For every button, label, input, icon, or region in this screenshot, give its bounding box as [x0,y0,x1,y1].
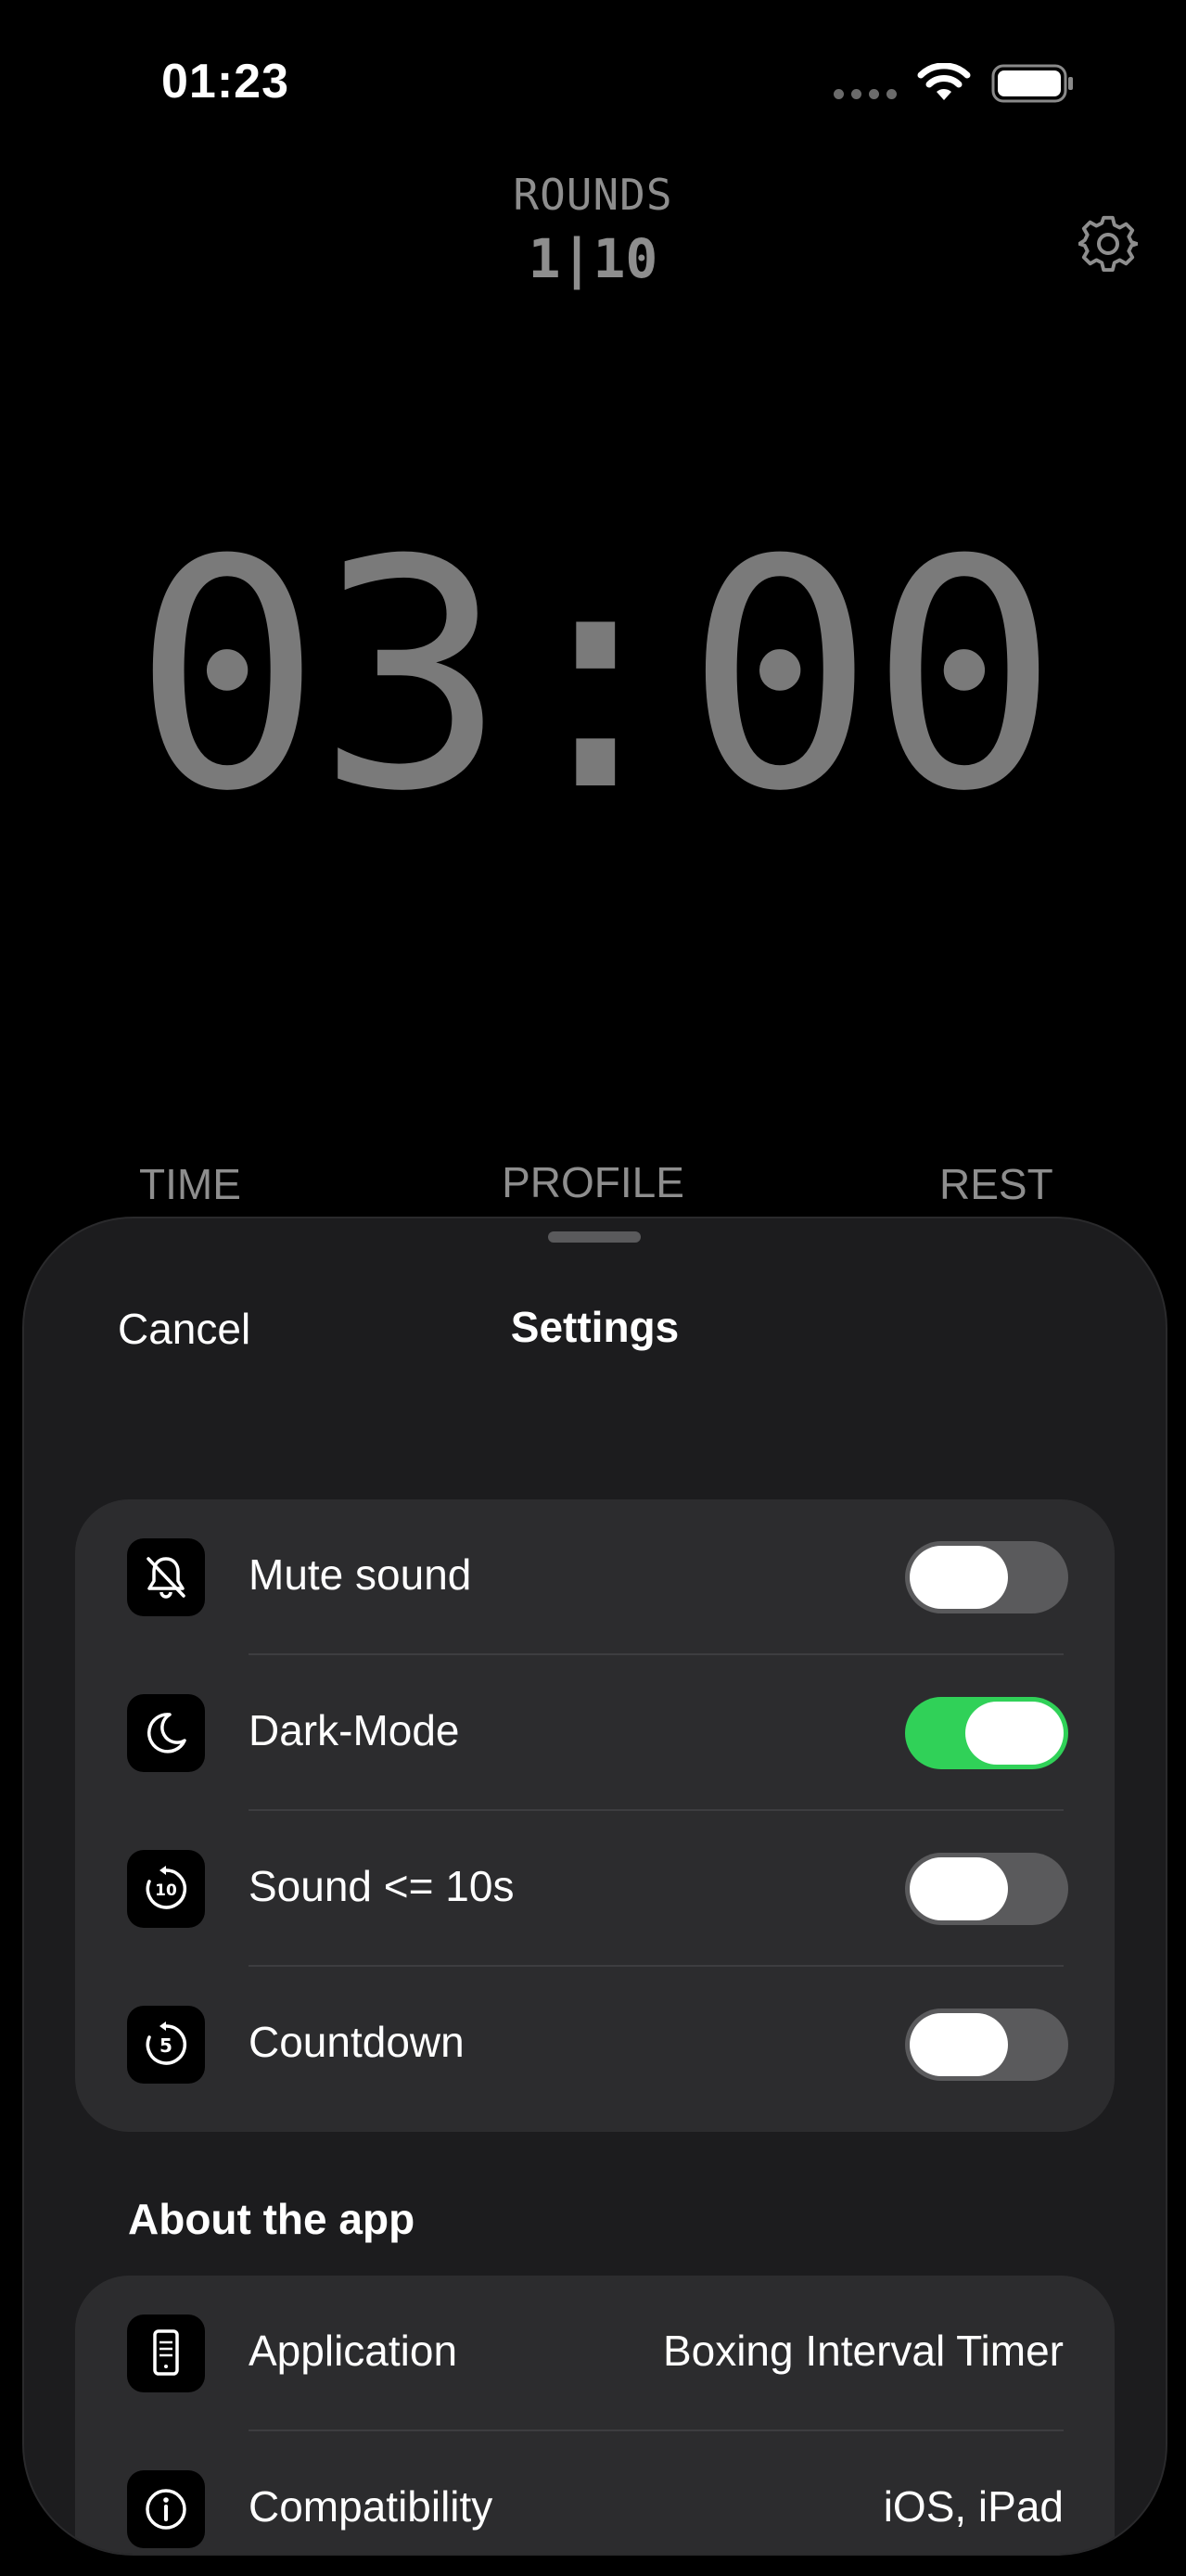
bell-slash-icon [127,1538,205,1616]
mute-sound-toggle[interactable] [905,1541,1068,1613]
rounds-label: ROUNDS [513,170,673,220]
svg-text:5: 5 [159,2034,172,2057]
cellular-signal-icon [834,88,897,99]
app-screen: 01:23 ROUNDS 1|10 03:00 TIME PROFILE RES… [0,0,1186,2576]
dark-mode-toggle[interactable] [905,1697,1068,1769]
setting-row-mute-sound: Mute sound [75,1499,1115,1655]
settings-group: Mute sound Dark-Mode 10 Sound <= 10s 5 C… [75,1499,1115,2132]
about-row-compatibility: Compatibility iOS, iPad [75,2431,1115,2554]
setting-row-dark-mode: Dark-Mode [75,1655,1115,1811]
gear-icon[interactable] [1078,213,1139,273]
setting-label: Sound <= 10s [249,1862,515,1910]
status-time: 01:23 [161,55,289,108]
timer-5-icon: 5 [127,2006,205,2084]
about-value: Boxing Interval Timer [662,2327,1064,2375]
sheet-grabber[interactable] [548,1231,641,1243]
setting-row-countdown: 5 Countdown [75,1967,1115,2123]
battery-icon [991,63,1075,104]
settings-sheet: Cancel Settings Mute sound Dark-Mode 10 … [22,1217,1167,2556]
rounds-counter: 1|10 [528,227,658,290]
moon-icon [127,1694,205,1772]
setting-label: Dark-Mode [249,1706,460,1754]
about-label: Compatibility [249,2482,493,2531]
svg-text:10: 10 [155,1881,177,1900]
countdown-toggle[interactable] [905,2009,1068,2081]
device-icon [127,2315,205,2392]
about-row-application: Application Boxing Interval Timer [75,2276,1115,2431]
setting-label: Mute sound [249,1550,472,1599]
status-icons [834,63,1075,104]
rest-label[interactable]: REST [939,1159,1053,1209]
about-label: Application [249,2327,458,2375]
about-value: iOS, iPad [883,2482,1064,2531]
setting-label: Countdown [249,2018,465,2066]
timer-display: 03:00 [132,493,1060,861]
wifi-icon [917,63,971,104]
sound-10s-toggle[interactable] [905,1853,1068,1925]
timer-10-icon: 10 [127,1850,205,1928]
about-section-header: About the app [128,2195,415,2243]
setting-row-sound-10s: 10 Sound <= 10s [75,1811,1115,1967]
about-group: Application Boxing Interval Timer Compat… [75,2276,1115,2554]
info-icon [127,2470,205,2548]
sheet-title: Settings [510,1303,680,1351]
